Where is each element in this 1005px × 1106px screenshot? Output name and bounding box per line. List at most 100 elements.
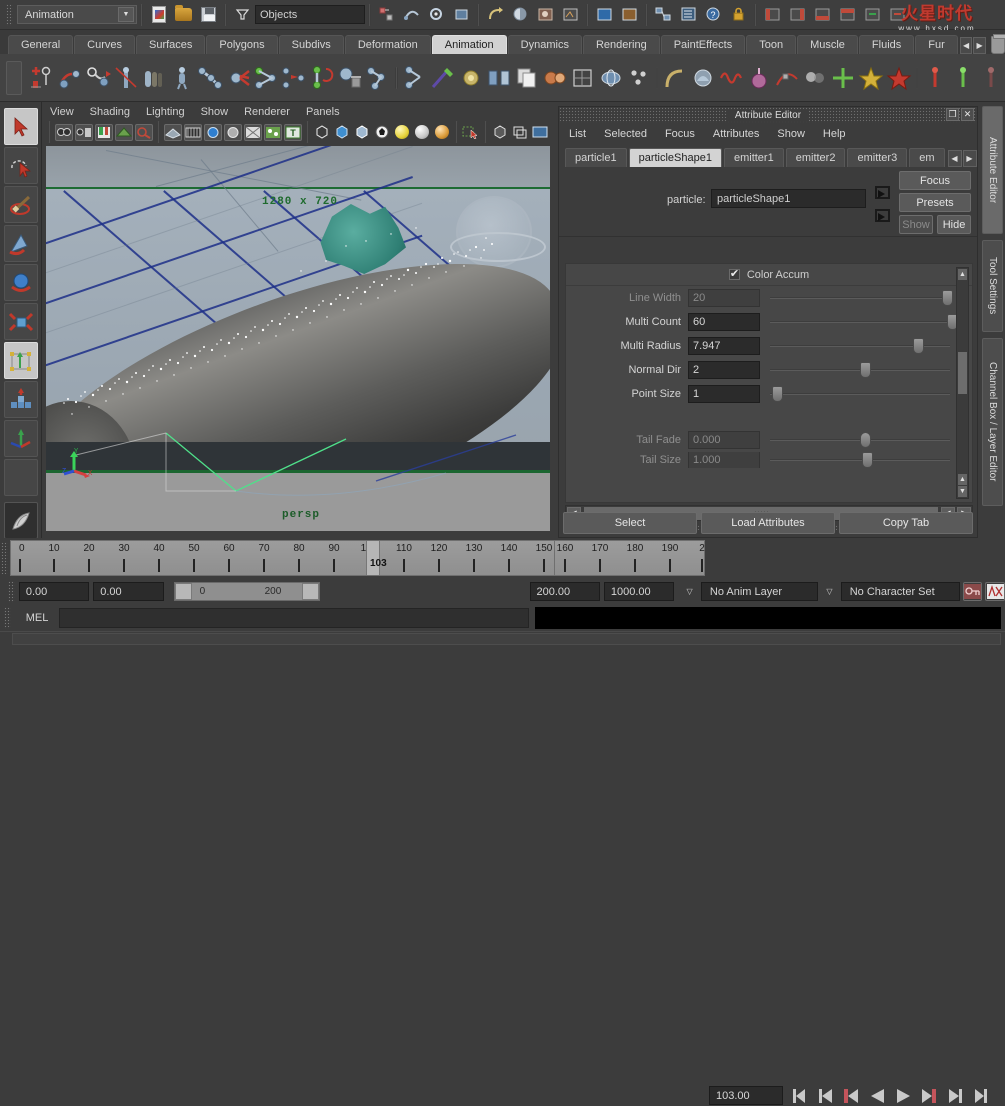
attribute-vertical-scrollbar[interactable]: ▲ ▲ ▼ — [956, 267, 969, 499]
xray-joints-icon[interactable] — [511, 124, 529, 141]
nonlinear-bend-icon[interactable] — [662, 61, 688, 95]
shelf-tab-painteffects[interactable]: PaintEffects — [661, 35, 746, 54]
tab-channel-box-layer-editor[interactable]: Channel Box / Layer Editor — [982, 338, 1003, 506]
shelf-tab-fluids[interactable]: Fluids — [859, 35, 914, 54]
new-scene-icon[interactable] — [147, 3, 170, 26]
character-set-dropdown-icon[interactable]: ▽ — [821, 583, 838, 600]
time-slider-grip[interactable] — [1, 542, 8, 574]
open-render-view-icon[interactable] — [593, 3, 616, 26]
shelf-tab-general[interactable]: General — [8, 35, 73, 54]
mirror-joint-icon[interactable] — [281, 61, 307, 95]
normal-dir-field[interactable]: 2 — [688, 361, 760, 379]
cluster-icon[interactable] — [626, 61, 652, 95]
tail-size-slider[interactable] — [770, 452, 950, 468]
shelf-tab-polygons[interactable]: Polygons — [206, 35, 277, 54]
focus-button[interactable]: Focus — [899, 171, 971, 190]
ae-menu-selected[interactable]: Selected — [604, 128, 647, 140]
texture-toggle-icon[interactable] — [244, 124, 262, 141]
viewport-menu-shading[interactable]: Shading — [90, 106, 130, 118]
film-gate-icon[interactable] — [184, 124, 202, 141]
shelf-tab-prev-icon[interactable]: ◀ — [960, 37, 973, 54]
character-set-field[interactable]: No Character Set — [841, 582, 960, 601]
sidebar-toggle-4-icon[interactable] — [836, 3, 859, 26]
range-row-grip[interactable] — [8, 581, 15, 603]
shelf-tab-surfaces[interactable]: Surfaces — [136, 35, 205, 54]
ghost-icon[interactable] — [802, 61, 828, 95]
shelf-tab-next-icon[interactable]: ▶ — [973, 37, 986, 54]
load-attributes-button[interactable]: Load Attributes — [701, 512, 835, 534]
scroll-page-down-icon[interactable]: ▼ — [958, 486, 967, 497]
multi-count-field[interactable]: 60 — [688, 313, 760, 331]
scroll-down-icon[interactable]: ▲ — [958, 474, 967, 485]
bookmark-icon[interactable] — [95, 124, 113, 141]
ae-tab-particle1[interactable]: particle1 — [565, 148, 627, 167]
lighting-toggle-icon[interactable] — [264, 124, 282, 141]
move-tool-icon[interactable] — [4, 225, 38, 262]
play-forwards-button[interactable] — [890, 1086, 916, 1106]
line-width-field[interactable]: 20 — [688, 289, 760, 307]
character-set-icon[interactable] — [169, 61, 195, 95]
sculpt-deformer-icon[interactable] — [690, 61, 716, 95]
anim-layer-field[interactable]: No Anim Layer — [701, 582, 818, 601]
tab-attribute-editor[interactable]: Attribute Editor — [982, 106, 1003, 234]
bake-animation-icon[interactable] — [858, 61, 884, 95]
select-region-icon[interactable] — [462, 124, 480, 141]
scroll-up-icon[interactable]: ▲ — [958, 269, 967, 280]
shelf-tab-subdivs[interactable]: Subdivs — [279, 35, 344, 54]
animation-end-field[interactable]: 1000.00 — [604, 582, 674, 601]
shelf-tab-muscle[interactable]: Muscle — [797, 35, 858, 54]
ae-menu-list[interactable]: List — [569, 128, 586, 140]
shadows-icon[interactable] — [433, 124, 451, 141]
load-output-node-icon[interactable] — [875, 209, 892, 224]
add-key-dark-icon[interactable] — [978, 61, 1004, 95]
add-key-green-icon[interactable] — [950, 61, 976, 95]
scrollbar-thumb[interactable] — [958, 352, 967, 394]
rotate-tool-icon[interactable] — [4, 264, 38, 301]
load-input-node-icon[interactable] — [875, 186, 892, 201]
play-backwards-button[interactable] — [864, 1086, 890, 1106]
current-time-indicator[interactable]: 103 — [366, 541, 380, 575]
bind-skin-icon[interactable] — [365, 61, 391, 95]
ae-tab-emitter2[interactable]: emitter2 — [786, 148, 846, 167]
set-key-icon[interactable] — [29, 61, 55, 95]
paint-effects-tool-icon[interactable] — [4, 502, 38, 539]
ipr-render-icon[interactable] — [534, 3, 557, 26]
viewport-menu-lighting[interactable]: Lighting — [146, 106, 185, 118]
wireframe-on-shaded-icon[interactable] — [224, 124, 242, 141]
range-slider-right-handle[interactable] — [302, 583, 319, 600]
joint-tool-icon[interactable] — [197, 61, 223, 95]
node-name-field[interactable]: particleShape1 — [711, 189, 866, 208]
render-settings-icon[interactable] — [559, 3, 582, 26]
lock-icon[interactable] — [727, 3, 750, 26]
universal-manipulator-icon[interactable] — [4, 342, 38, 379]
restore-window-icon[interactable]: ❐ — [946, 108, 959, 121]
step-forward-key-button[interactable] — [942, 1086, 968, 1106]
sidebar-toggle-2-icon[interactable] — [786, 3, 809, 26]
paint-skin-weights-icon[interactable] — [430, 61, 456, 95]
ghost-selected-icon[interactable] — [141, 61, 167, 95]
shelf-tab-deformation[interactable]: Deformation — [345, 35, 431, 54]
jiggle-deformer-icon[interactable] — [718, 61, 744, 95]
step-forward-frame-button[interactable] — [916, 1086, 942, 1106]
last-tool-used[interactable] — [4, 459, 38, 496]
grid-toggle-icon[interactable] — [164, 124, 182, 141]
auto-keyframe-toggle-icon[interactable] — [963, 582, 983, 601]
snap-curve-icon[interactable] — [400, 3, 423, 26]
go-to-end-button[interactable] — [968, 1086, 994, 1106]
animation-start-field[interactable]: 0.00 — [19, 582, 89, 601]
select-camera-icon[interactable] — [55, 124, 73, 141]
toolbar-grip[interactable] — [6, 4, 13, 26]
render-current-frame-icon[interactable] — [509, 3, 532, 26]
go-to-start-button[interactable] — [786, 1086, 812, 1106]
viewport-menu-panels[interactable]: Panels — [306, 106, 340, 118]
xray-mode-icon[interactable] — [491, 124, 509, 141]
ae-tab-emitter3[interactable]: emitter3 — [847, 148, 907, 167]
tail-size-field[interactable]: 1.000 — [688, 452, 760, 468]
show-manipulator-tool-icon[interactable] — [4, 420, 38, 457]
chevron-down-icon[interactable]: ▼ — [118, 7, 134, 22]
ae-menu-help[interactable]: Help — [823, 128, 846, 140]
multi-radius-field[interactable]: 7.947 — [688, 337, 760, 355]
range-end-field[interactable]: 200.00 — [530, 582, 600, 601]
shelf-tab-animation[interactable]: Animation — [432, 35, 507, 54]
line-width-slider[interactable] — [770, 289, 950, 307]
